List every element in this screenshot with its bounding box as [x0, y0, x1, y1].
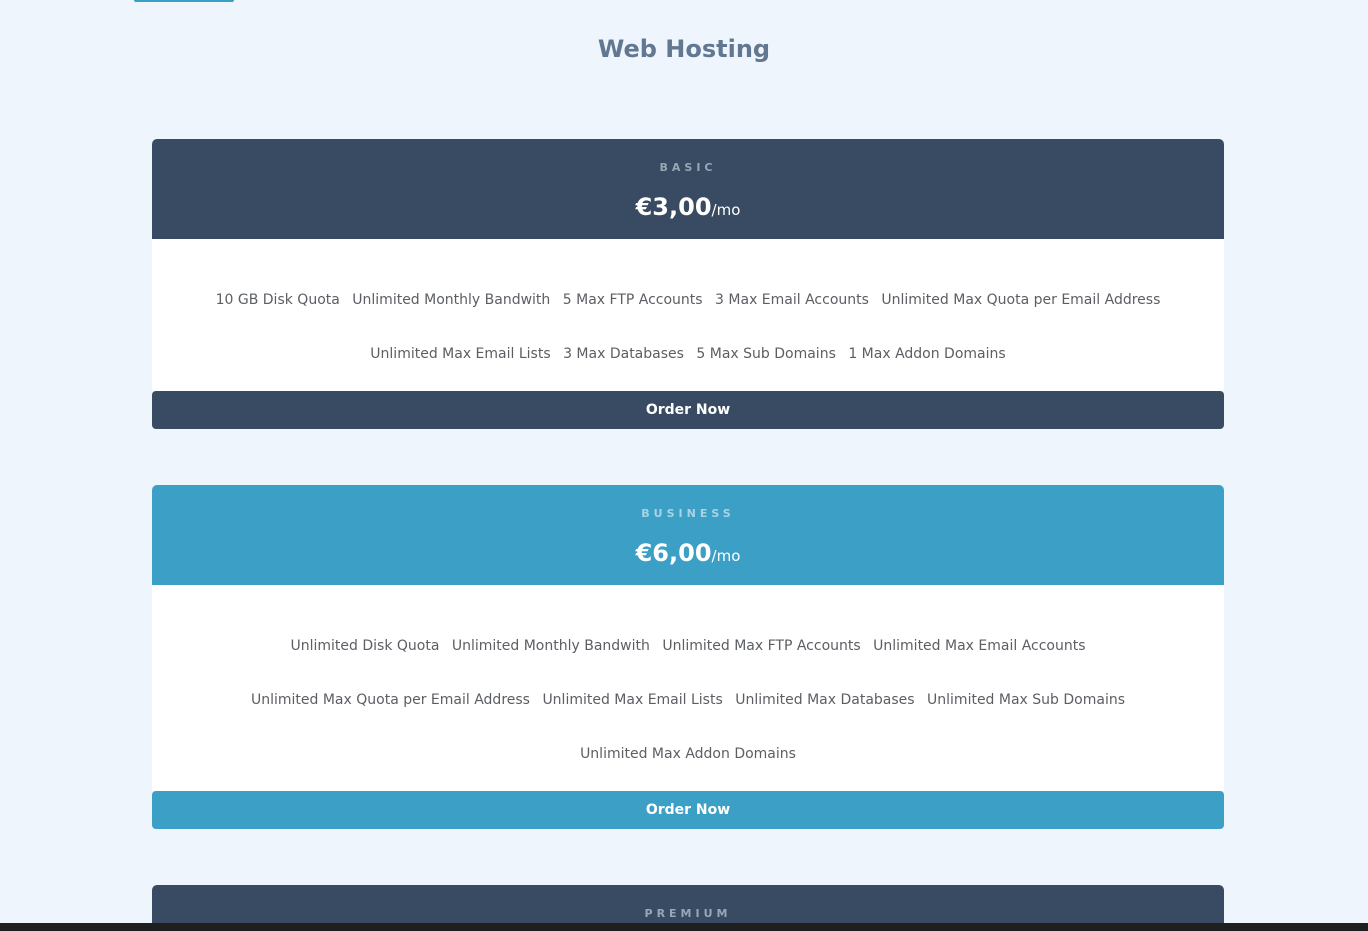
feature-item: Unlimited Max FTP Accounts [662, 638, 861, 654]
plan-card-basic: BASIC €3,00/mo 10 GB Disk Quota Unlimite… [152, 139, 1224, 429]
feature-item: Unlimited Max Addon Domains [580, 746, 796, 762]
feature-list: Unlimited Disk Quota Unlimited Monthly B… [238, 619, 1138, 781]
feature-item: Unlimited Max Quota per Email Address [881, 292, 1161, 308]
price-period: /mo [711, 547, 741, 565]
plan-name: BASIC [659, 161, 717, 174]
plan-features-panel: 10 GB Disk Quota Unlimited Monthly Bandw… [152, 239, 1224, 391]
feature-list: 10 GB Disk Quota Unlimited Monthly Bandw… [208, 273, 1168, 381]
feature-item: 5 Max FTP Accounts [562, 292, 703, 308]
feature-item: 10 GB Disk Quota [215, 292, 340, 308]
feature-item: 5 Max Sub Domains [696, 346, 836, 362]
price-amount: €6,00 [635, 539, 712, 567]
price-amount: €3,00 [635, 193, 712, 221]
feature-item: Unlimited Max Email Lists [370, 346, 551, 362]
plan-header: BASIC €3,00/mo [152, 139, 1224, 239]
feature-item: Unlimited Max Email Lists [542, 692, 723, 708]
plan-features-panel: Unlimited Disk Quota Unlimited Monthly B… [152, 585, 1224, 791]
feature-item: Unlimited Monthly Bandwith [352, 292, 551, 308]
plan-price: €6,00/mo [152, 537, 1224, 572]
plan-card-business: BUSINESS €6,00/mo Unlimited Disk Quota U… [152, 485, 1224, 829]
feature-item: 3 Max Databases [563, 346, 684, 362]
order-now-button-business[interactable]: Order Now [152, 791, 1224, 829]
feature-item: Unlimited Monthly Bandwith [451, 638, 650, 654]
feature-item: 3 Max Email Accounts [715, 292, 869, 308]
plan-name: BUSINESS [641, 507, 735, 520]
order-now-button-basic[interactable]: Order Now [152, 391, 1224, 429]
feature-item: Unlimited Max Quota per Email Address [250, 692, 530, 708]
feature-item: Unlimited Max Sub Domains [927, 692, 1126, 708]
plan-name: PREMIUM [644, 907, 732, 920]
window-bottom-edge [0, 923, 1368, 931]
plan-card-premium: PREMIUM [152, 885, 1224, 923]
plan-header: PREMIUM [152, 885, 1224, 923]
plan-header: BUSINESS €6,00/mo [152, 485, 1224, 585]
feature-item: 1 Max Addon Domains [848, 346, 1006, 362]
feature-item: Unlimited Max Email Accounts [873, 638, 1086, 654]
top-accent-bar [134, 0, 234, 2]
page-title: Web Hosting [597, 35, 771, 63]
feature-item: Unlimited Max Databases [735, 692, 915, 708]
price-period: /mo [711, 201, 741, 219]
feature-item: Unlimited Disk Quota [290, 638, 440, 654]
plan-price: €3,00/mo [152, 191, 1224, 226]
